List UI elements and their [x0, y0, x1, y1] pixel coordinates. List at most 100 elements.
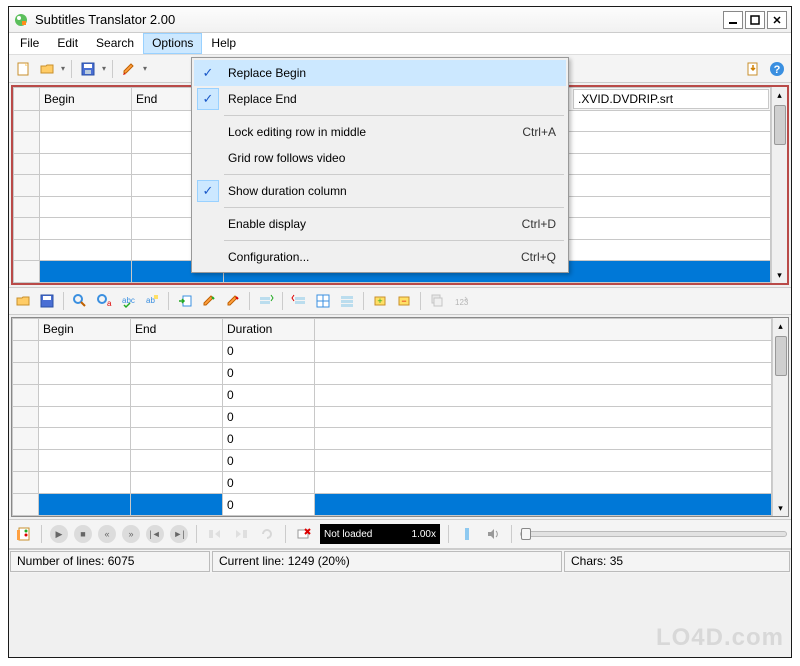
menu-item-configuration[interactable]: Configuration...Ctrl+Q	[194, 244, 566, 270]
table-row[interactable]: 0	[13, 406, 772, 428]
cell-text[interactable]	[315, 472, 772, 494]
cell-begin[interactable]	[40, 153, 132, 175]
menu-edit[interactable]: Edit	[48, 33, 87, 54]
scroll-up-icon[interactable]: ▴	[777, 87, 782, 103]
cell-begin[interactable]	[39, 428, 131, 450]
seek-bar[interactable]	[520, 531, 787, 537]
close-button[interactable]	[767, 11, 787, 29]
cell-begin[interactable]	[40, 175, 132, 197]
cell-text[interactable]	[315, 384, 772, 406]
cell-begin[interactable]	[39, 450, 131, 472]
loop-icon[interactable]	[257, 524, 277, 544]
cell-text[interactable]	[315, 362, 772, 384]
cell-end[interactable]	[131, 384, 223, 406]
clear-video-icon[interactable]	[294, 524, 314, 544]
help-icon[interactable]: ?	[767, 59, 787, 79]
cell-begin[interactable]	[39, 362, 131, 384]
next-button[interactable]: ►|	[170, 525, 188, 543]
table-row[interactable]: 0	[13, 362, 772, 384]
menu-item-enable-display[interactable]: Enable displayCtrl+D	[194, 211, 566, 237]
grid-icon[interactable]	[313, 291, 333, 311]
renumber-icon[interactable]: 123	[451, 291, 471, 311]
menu-search[interactable]: Search	[87, 33, 143, 54]
cell-end[interactable]	[131, 406, 223, 428]
cell-begin[interactable]	[39, 384, 131, 406]
export-icon[interactable]	[743, 59, 763, 79]
table-row[interactable]: 0	[13, 472, 772, 494]
speed-slow-icon[interactable]	[457, 524, 477, 544]
rewind-button[interactable]: «	[98, 525, 116, 543]
delete-row-icon[interactable]	[223, 291, 243, 311]
copy-down-icon[interactable]	[427, 291, 447, 311]
cell-end[interactable]	[131, 450, 223, 472]
cell-end[interactable]	[131, 472, 223, 494]
table-row[interactable]: 0	[13, 450, 772, 472]
menu-help[interactable]: Help	[202, 33, 245, 54]
import-row-icon[interactable]	[175, 291, 195, 311]
cell-begin[interactable]	[40, 196, 132, 218]
table-row[interactable]: 0	[13, 494, 772, 516]
vscrollbar[interactable]: ▴ ▾	[772, 318, 788, 516]
cell-text[interactable]	[315, 450, 772, 472]
playlist-icon[interactable]	[13, 524, 33, 544]
cell-text[interactable]	[315, 406, 772, 428]
cell-begin[interactable]	[40, 132, 132, 154]
cell-begin[interactable]	[40, 239, 132, 261]
save2-icon[interactable]	[37, 291, 57, 311]
target-grid[interactable]: Begin End Duration 00000000 ▴ ▾	[11, 317, 789, 517]
spellcheck-all-icon[interactable]: ab	[142, 291, 162, 311]
col-header-begin[interactable]: Begin	[40, 88, 132, 111]
menu-file[interactable]: File	[11, 33, 48, 54]
menu-item-replace-end[interactable]: ✓Replace End	[194, 86, 566, 112]
scroll-down-icon[interactable]: ▾	[778, 500, 783, 516]
insert-after-icon[interactable]	[289, 291, 309, 311]
menu-item-replace-begin[interactable]: ✓Replace Begin	[194, 60, 566, 86]
cell-text[interactable]	[315, 340, 772, 362]
scroll-up-icon[interactable]: ▴	[778, 318, 783, 334]
cell-begin[interactable]	[39, 340, 131, 362]
cell-begin[interactable]	[39, 494, 131, 516]
save-icon[interactable]	[78, 59, 98, 79]
cell-begin[interactable]	[39, 472, 131, 494]
menu-options[interactable]: Options	[143, 33, 202, 54]
cell-text[interactable]	[315, 494, 772, 516]
frame-fwd-icon[interactable]	[231, 524, 251, 544]
cell-duration[interactable]: 0	[223, 362, 315, 384]
cell-end[interactable]	[131, 362, 223, 384]
remove-marker-icon[interactable]: −	[394, 291, 414, 311]
open-file2-icon[interactable]	[13, 291, 33, 311]
menu-item-lock-editing-row-in-middle[interactable]: Lock editing row in middleCtrl+A	[194, 119, 566, 145]
cell-end[interactable]	[131, 494, 223, 516]
insert-before-icon[interactable]	[256, 291, 276, 311]
cell-duration[interactable]: 0	[223, 472, 315, 494]
table-row[interactable]: 0	[13, 384, 772, 406]
new-file-icon[interactable]	[13, 59, 33, 79]
volume-icon[interactable]	[483, 524, 503, 544]
col-header-text[interactable]	[315, 319, 772, 341]
edit-row-icon[interactable]	[199, 291, 219, 311]
scroll-thumb[interactable]	[775, 336, 787, 376]
scroll-thumb[interactable]	[774, 105, 786, 145]
cell-duration[interactable]: 0	[223, 428, 315, 450]
cell-duration[interactable]: 0	[223, 494, 315, 516]
edit-icon[interactable]	[119, 59, 139, 79]
add-marker-icon[interactable]: +	[370, 291, 390, 311]
col-header-end[interactable]: End	[131, 319, 223, 341]
menu-item-grid-row-follows-video[interactable]: Grid row follows video	[194, 145, 566, 171]
prev-button[interactable]: |◄	[146, 525, 164, 543]
search-replace-icon[interactable]: a	[94, 291, 114, 311]
col-header-begin[interactable]: Begin	[39, 319, 131, 341]
scroll-down-icon[interactable]: ▾	[777, 267, 782, 283]
cell-end[interactable]	[131, 340, 223, 362]
cell-duration[interactable]: 0	[223, 340, 315, 362]
cell-begin[interactable]	[40, 261, 132, 283]
cell-begin[interactable]	[39, 406, 131, 428]
cell-begin[interactable]	[40, 110, 132, 132]
cell-text[interactable]	[315, 428, 772, 450]
cell-duration[interactable]: 0	[223, 406, 315, 428]
search-icon[interactable]	[70, 291, 90, 311]
stop-button[interactable]: ■	[74, 525, 92, 543]
table-row[interactable]: 0	[13, 428, 772, 450]
maximize-button[interactable]	[745, 11, 765, 29]
grid-rows-icon[interactable]	[337, 291, 357, 311]
